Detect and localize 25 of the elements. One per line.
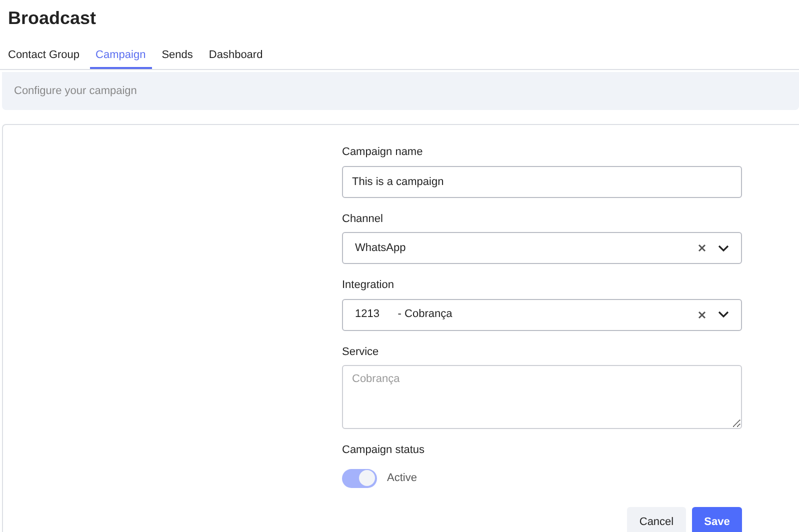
select-value: WhatsApp (355, 240, 407, 256)
save-button[interactable]: Save (692, 506, 742, 532)
service-textarea[interactable]: Cobrança (342, 365, 742, 429)
select-field[interactable]: 1213 - Cobrança (342, 298, 742, 330)
page-title: Broadcast (7, 7, 98, 30)
field-label: Service (342, 344, 380, 360)
select-field[interactable]: WhatsApp (342, 232, 742, 264)
field-label: Channel (342, 212, 384, 226)
field-label: Integration (342, 278, 395, 293)
status-toggle[interactable] (342, 468, 377, 488)
tab[interactable]: Contact Group (8, 38, 80, 69)
section-subtitle: Configure your campaign (14, 84, 138, 99)
cancel-button[interactable]: Cancel (627, 506, 686, 532)
toggle-label: Active (387, 470, 417, 486)
campaign-name-input[interactable]: This is a campaign (342, 166, 742, 198)
clear-icon[interactable] (698, 310, 706, 318)
tab[interactable]: Campaign (90, 38, 152, 69)
tab[interactable]: Dashboard (208, 38, 263, 69)
tab[interactable]: Sends (162, 38, 193, 69)
clear-icon[interactable] (698, 244, 706, 252)
field-label: Campaign name (342, 145, 424, 160)
chevron-down-icon[interactable] (718, 311, 729, 318)
select-value: 1213 - Cobrança (355, 307, 454, 322)
chevron-down-icon[interactable] (718, 244, 729, 252)
field-label: Campaign status (342, 443, 426, 458)
